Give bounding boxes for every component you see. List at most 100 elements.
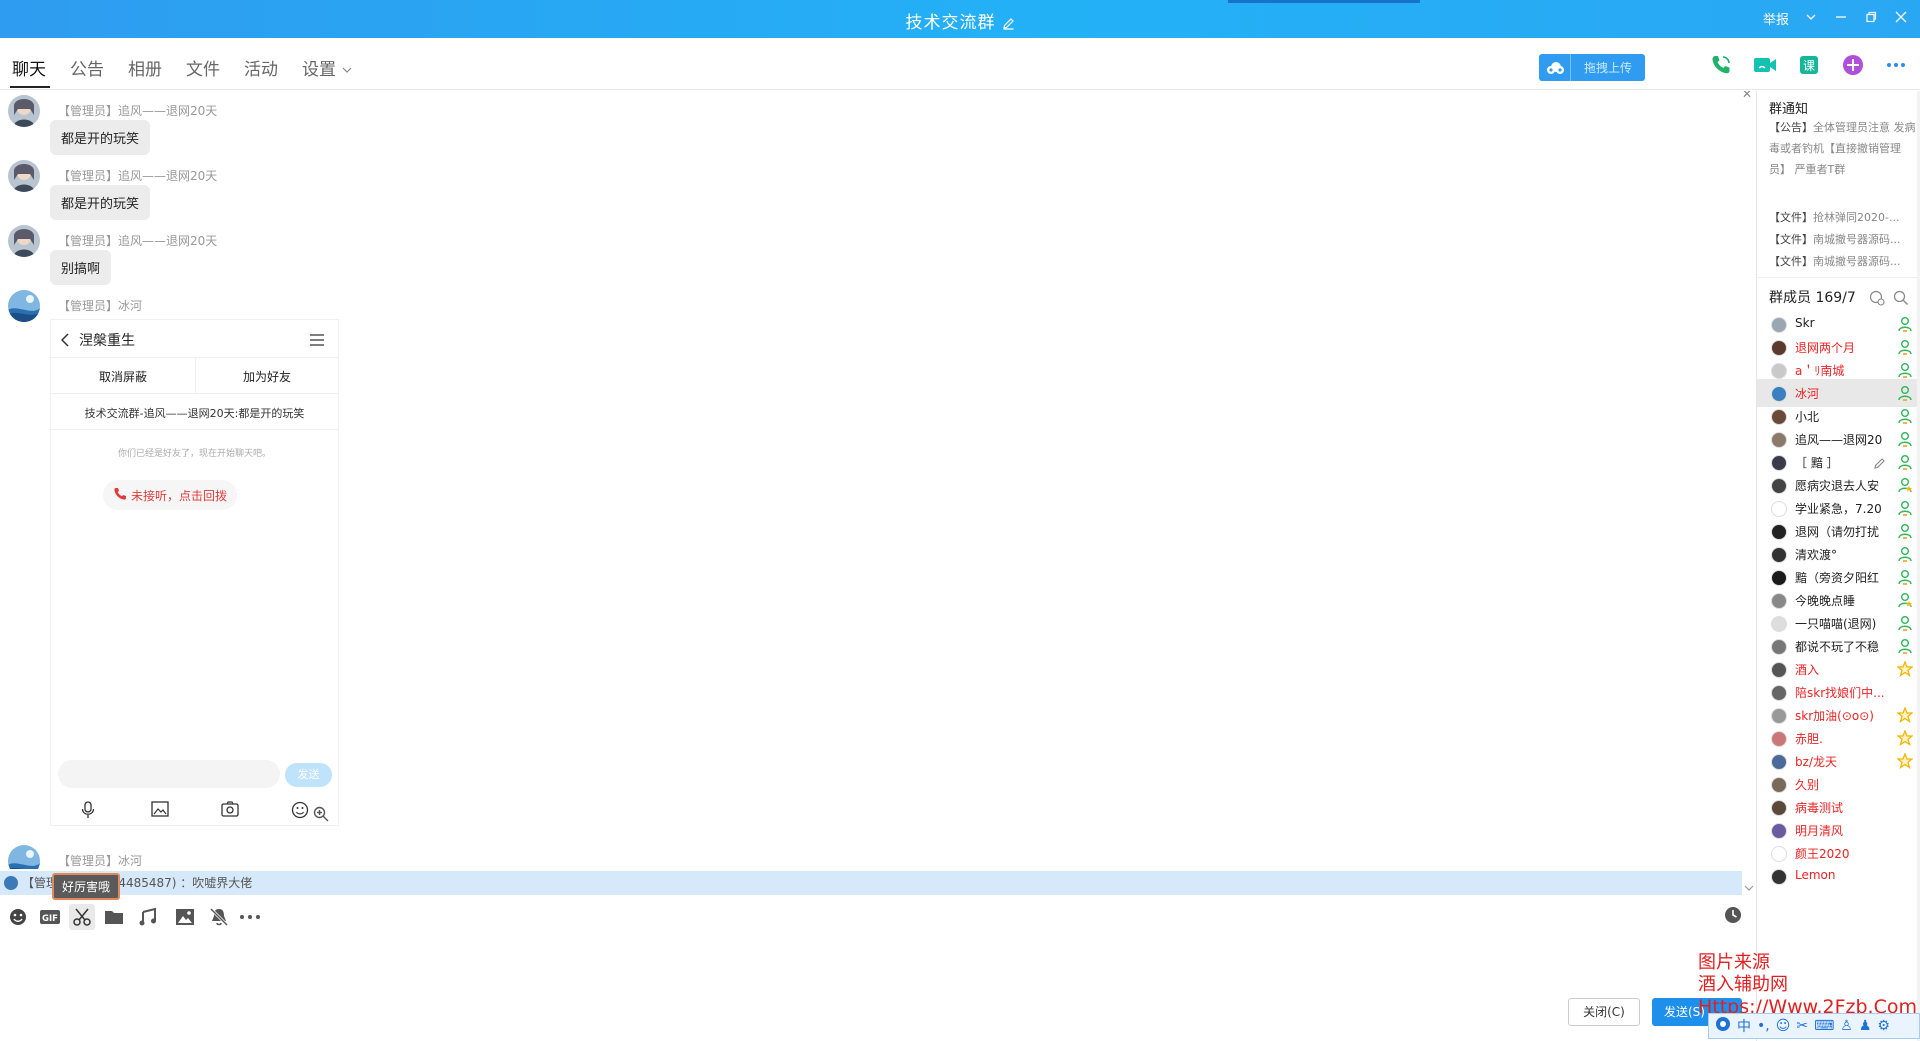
member-name: Lemon — [1795, 868, 1836, 882]
ime-logo-icon[interactable] — [1715, 1016, 1731, 1036]
edit-pencil-icon[interactable] — [1002, 15, 1015, 35]
message-input[interactable] — [0, 935, 1755, 1035]
member-search-icon[interactable] — [1893, 290, 1909, 310]
more-dots-icon[interactable] — [237, 904, 263, 930]
announcement[interactable]: 【公告】全体管理员注意 发病毒或者钓机【直接撤销管理员】 严重者T群 — [1769, 117, 1919, 180]
folder-icon[interactable] — [101, 904, 127, 930]
emoji-icon[interactable] — [5, 904, 31, 930]
friend-notice: 你们已经是好友了，现在开始聊天吧。 — [117, 449, 271, 459]
message-bubble[interactable]: 都是开的玩笑 — [50, 120, 151, 155]
lesson-icon[interactable]: 课 — [1797, 53, 1821, 77]
sender-name: 【管理员】追风——退网20天 — [58, 104, 218, 118]
image-message-screenshot[interactable]: 涅槃重生 取消屏蔽 加为好友 技术交流群-追风——退网20天:都是开的玩笑 你们… — [50, 319, 339, 826]
minimize-icon[interactable] — [1835, 11, 1847, 23]
video-call-icon[interactable] — [1752, 53, 1776, 77]
message-bubble[interactable]: 都是开的玩笑 — [50, 185, 151, 220]
new-message-notice-bar[interactable]: 【管理员】冰河(84485487) ：吹嘘界大佬 — [0, 871, 1742, 895]
avatar — [1771, 501, 1787, 517]
qq-group-chat-window: 技术交流群 举报 聊天 公告 相册 文件 活动 设置 拖拽上传 课 【管理员】追… — [0, 0, 1920, 1041]
back-arrow-icon — [60, 332, 70, 351]
sender-name: 【管理员】追风——退网20天 — [58, 234, 218, 248]
member-settings-icon[interactable] — [1869, 290, 1885, 310]
chevron-down-icon — [342, 58, 352, 78]
maximize-icon[interactable] — [1865, 11, 1877, 23]
avatar — [1771, 754, 1787, 770]
report-link[interactable]: 举报 — [1763, 9, 1789, 28]
ime-skin-icon[interactable]: ♟ — [1859, 1018, 1872, 1034]
tab-settings[interactable]: 设置 — [302, 55, 352, 80]
tab-chat[interactable]: 聊天 — [12, 55, 46, 80]
avatar — [1771, 547, 1787, 563]
message-history-clock-icon[interactable] — [1724, 906, 1742, 928]
gif-icon[interactable]: GIF — [37, 904, 63, 930]
file-head: 【文件】 — [1769, 233, 1813, 246]
file-item[interactable]: 【文件】南城撤号器源码... — [1769, 231, 1919, 247]
message-bubble[interactable]: 别搞啊 — [50, 250, 112, 285]
ime-keyboard-icon[interactable]: ⌨ — [1814, 1018, 1834, 1034]
avatar[interactable] — [8, 95, 40, 127]
close-button[interactable]: 关闭(C) — [1568, 998, 1640, 1026]
ime-toolbar[interactable]: 中 •, ☺ ✂ ⌨ ♙ ♟ ⚙ — [1708, 1013, 1920, 1039]
ime-punctuation-icon[interactable]: •, — [1757, 1018, 1770, 1034]
file-item[interactable]: 【文件】抢林弹同2020-... — [1769, 209, 1919, 225]
group-notice-title: 群通知 — [1769, 102, 1809, 117]
member-name: 冰河 — [1795, 387, 1820, 401]
missed-call-pill: 未接听，点击回拨 — [103, 480, 238, 510]
ime-user-icon[interactable]: ♙ — [1840, 1018, 1853, 1034]
ime-emoji-icon[interactable]: ☺ — [1776, 1018, 1791, 1034]
red-phone-icon — [113, 487, 127, 504]
hamburger-menu-icon — [310, 331, 324, 350]
tab-album[interactable]: 相册 — [128, 55, 162, 80]
close-window-icon[interactable] — [1895, 11, 1907, 23]
avatar — [1771, 478, 1787, 494]
picture-icon — [151, 801, 169, 821]
avatar[interactable] — [8, 160, 40, 192]
watermark-line1: 图片来源 — [1698, 952, 1770, 973]
ime-scissors-icon[interactable]: ✂ — [1796, 1018, 1808, 1034]
tab-files[interactable]: 文件 — [186, 55, 220, 80]
avatar[interactable] — [8, 225, 40, 257]
member-row[interactable]: Lemon — [1757, 862, 1920, 890]
add-app-icon[interactable] — [1841, 53, 1865, 77]
ime-language-toggle[interactable]: 中 — [1737, 1016, 1751, 1036]
avatar — [1771, 524, 1787, 540]
svg-text:课: 课 — [1803, 59, 1815, 73]
avatar — [1771, 616, 1787, 632]
file-item[interactable]: 【文件】南城撤号器源码... — [1769, 253, 1919, 269]
member-name: 陪skr找娘们中... — [1795, 686, 1885, 700]
sender-name: 【管理员】冰河 — [58, 854, 143, 868]
screenshot-scissors-icon[interactable] — [69, 904, 95, 930]
chat-message-area[interactable]: 【管理员】追风——退网20天 都是开的玩笑 【管理员】追风——退网20天 都是开… — [0, 91, 1755, 869]
avatar[interactable] — [8, 845, 40, 869]
avatar — [1771, 662, 1787, 678]
member-name: 清欢渡° — [1795, 548, 1838, 562]
member-name: 病毒测试 — [1795, 801, 1844, 815]
announcement-head: 【公告】 — [1769, 121, 1813, 134]
collapse-chevron-icon[interactable] — [1805, 11, 1817, 23]
ime-settings-icon[interactable]: ⚙ — [1877, 1018, 1890, 1034]
phone-call-icon[interactable] — [1709, 53, 1733, 77]
member-name: 都说不玩了不稳 — [1795, 640, 1880, 654]
avatar[interactable] — [8, 290, 40, 322]
divider — [1757, 277, 1920, 278]
tab-activities[interactable]: 活动 — [244, 55, 278, 80]
member-name: skr加油(⊙o⊙) — [1795, 709, 1874, 723]
avatar — [1771, 570, 1787, 586]
mute-bell-icon[interactable] — [206, 904, 232, 930]
camera-icon — [221, 801, 239, 821]
music-icon[interactable] — [136, 904, 162, 930]
screenshot-send-button: 发送 — [285, 763, 332, 787]
scroll-down-chevron-icon[interactable] — [1744, 881, 1754, 895]
group-nav-bar: 聊天 公告 相册 文件 活动 设置 拖拽上传 课 — [0, 38, 1920, 90]
tab-announcement[interactable]: 公告 — [70, 55, 104, 80]
title-bar: 技术交流群 举报 — [0, 0, 1920, 38]
more-icon[interactable] — [1884, 53, 1908, 77]
close-sidebar-icon[interactable]: ✕ — [1742, 91, 1752, 101]
input-toolbar: GIF — [0, 900, 1755, 932]
file-name: 南城撤号器源码... — [1813, 233, 1901, 246]
watermark: 图片来源 酒入辅助网 Https://Www.2Fzb.Com — [1698, 952, 1917, 1018]
contact-name: 涅槃重生 — [79, 333, 135, 349]
file-head: 【文件】 — [1769, 211, 1813, 224]
image-icon[interactable] — [172, 904, 198, 930]
drag-upload-button[interactable]: 拖拽上传 — [1539, 54, 1645, 81]
